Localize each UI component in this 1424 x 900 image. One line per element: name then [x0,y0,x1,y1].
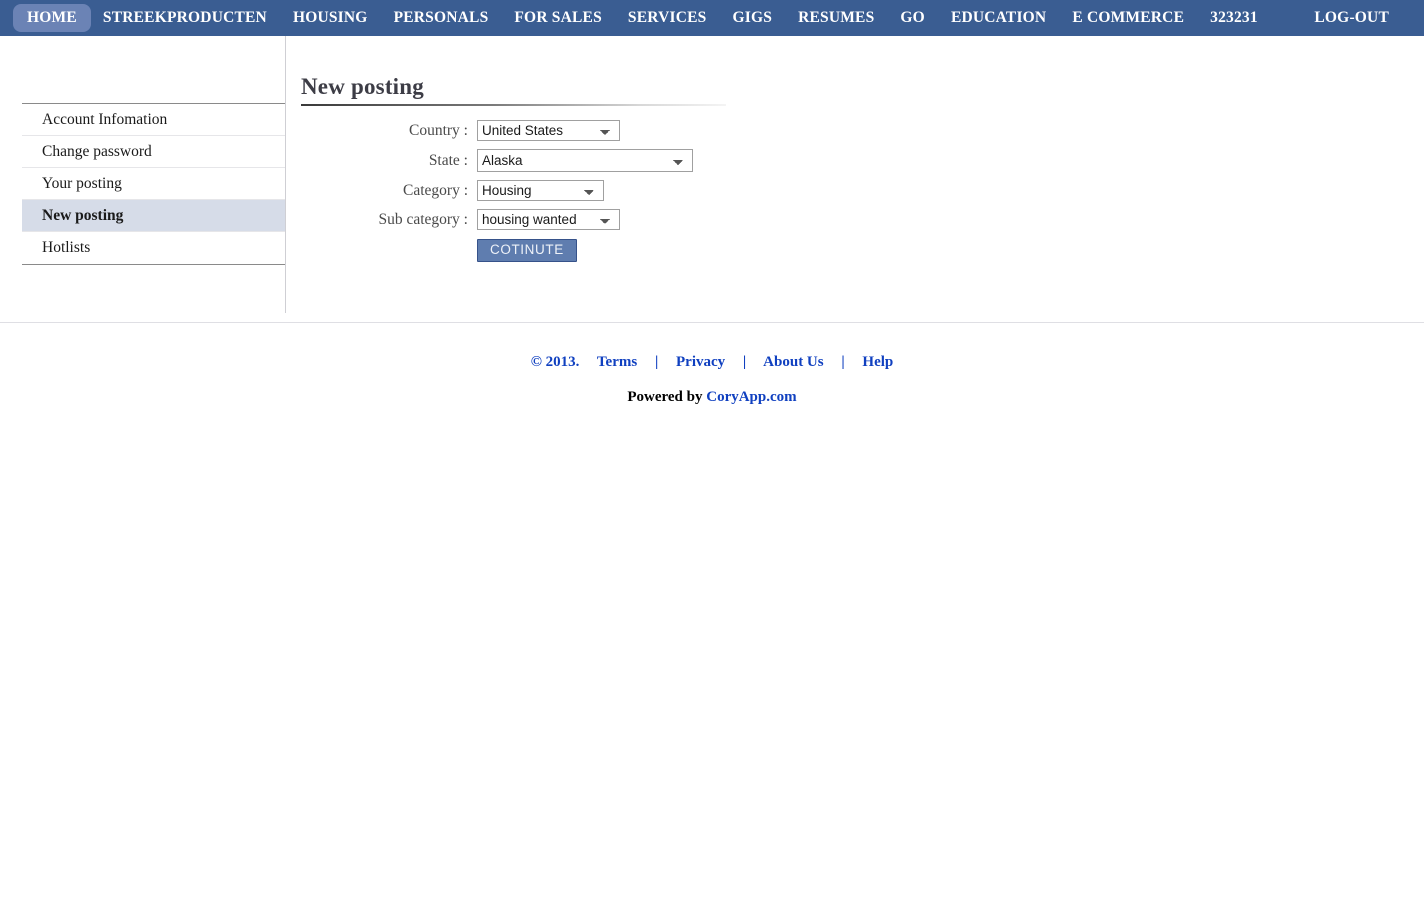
footer-separator-3: | [841,354,844,370]
footer-separator-2: | [743,354,746,370]
form-row-country: Country : United States [286,120,693,141]
country-select[interactable]: United States [477,120,620,141]
sidebar-item-new-posting[interactable]: New posting [22,200,285,232]
nav-item-logout[interactable]: LOG-OUT [1301,5,1402,31]
form-row-category: Category : Housing [286,180,693,201]
sidebar-item-your-posting[interactable]: Your posting [22,168,285,200]
sidebar-item-account-infomation[interactable]: Account Infomation [22,104,285,136]
category-label: Category : [286,182,477,200]
footer-link-terms[interactable]: Terms [597,354,637,370]
footer-link-about-us[interactable]: About Us [763,354,823,370]
nav-item-education[interactable]: EDUCATION [938,5,1059,31]
sidebar-item-hotlists[interactable]: Hotlists [22,232,285,264]
form-actions: COTINUTE [286,239,693,262]
sub-category-select[interactable]: housing wanted [477,209,620,230]
nav-item-go[interactable]: GO [887,5,938,31]
state-select[interactable]: Alaska [477,149,693,172]
nav-item-home[interactable]: HOME [14,5,90,31]
nav-item-for-sales[interactable]: FOR SALES [501,5,615,31]
sidebar-item-change-password[interactable]: Change password [22,136,285,168]
footer-link-help[interactable]: Help [862,354,893,370]
nav-item-streekproducten[interactable]: STREEKPRODUCTEN [90,5,280,31]
nav-item-323231[interactable]: 323231 [1197,5,1271,31]
new-posting-form: Country : United States State : Alaska C… [286,120,693,262]
form-row-state: State : Alaska [286,149,693,172]
footer-copyright: © 2013. [531,354,580,370]
sub-category-label: Sub category : [286,211,477,229]
state-label: State : [286,152,477,170]
country-label: Country : [286,122,477,140]
nav-item-housing[interactable]: HOUSING [280,5,381,31]
nav-item-services[interactable]: SERVICES [615,5,720,31]
footer-links: © 2013. Terms | Privacy | About Us | Hel… [0,354,1424,371]
nav-item-e-commerce[interactable]: E COMMERCE [1059,5,1197,31]
sidebar: Account Infomation Change password Your … [0,36,286,313]
nav-item-personals[interactable]: PERSONALS [381,5,502,31]
title-divider [301,104,726,106]
footer: © 2013. Terms | Privacy | About Us | Hel… [0,322,1424,406]
powered-by-label: Powered by [627,389,706,405]
footer-separator-1: | [655,354,658,370]
top-navigation-bar: HOME STREEKPRODUCTEN HOUSING PERSONALS F… [0,0,1424,36]
form-row-sub-category: Sub category : housing wanted [286,209,693,230]
powered-by: Powered by CoryApp.com [0,389,1424,406]
footer-link-privacy[interactable]: Privacy [676,354,725,370]
powered-by-brand-link[interactable]: CoryApp.com [706,389,796,405]
nav-item-gigs[interactable]: GIGS [720,5,786,31]
category-select[interactable]: Housing [477,180,604,201]
continue-button[interactable]: COTINUTE [477,239,577,262]
sidebar-menu: Account Infomation Change password Your … [22,103,285,265]
nav-item-resumes[interactable]: RESUMES [785,5,887,31]
page-title: New posting [301,74,424,100]
